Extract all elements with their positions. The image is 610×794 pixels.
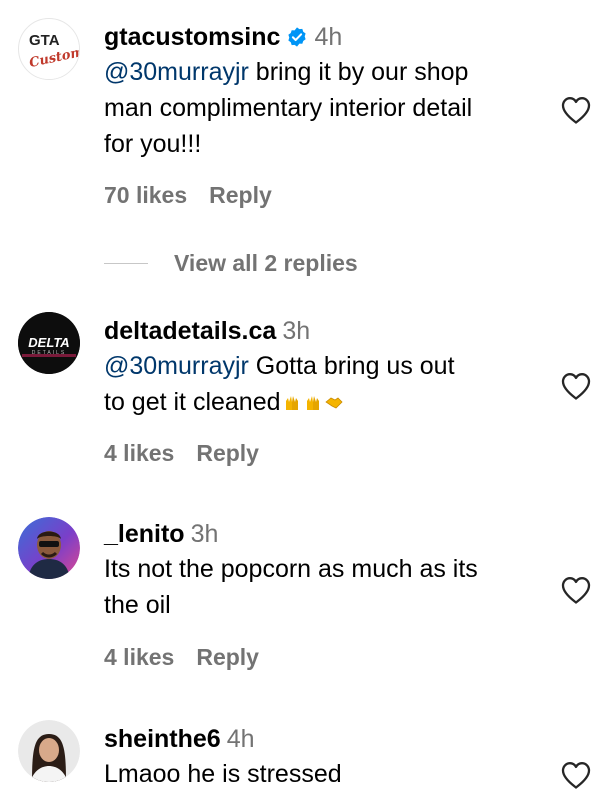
comment-text: Its not the popcorn as much as its the o… <box>104 555 478 619</box>
avatar[interactable]: DELTA DETAILS <box>18 312 80 374</box>
username[interactable]: gtacustomsinc <box>104 23 280 51</box>
reply-button[interactable]: Reply <box>196 440 259 466</box>
view-replies-button[interactable]: View all 2 replies <box>104 248 358 278</box>
username[interactable]: sheinthe6 <box>104 725 221 753</box>
view-replies-label: View all 2 replies <box>174 249 358 276</box>
user-photo <box>18 720 80 782</box>
raising-hands-emoji <box>306 396 319 410</box>
reply-button[interactable]: Reply <box>196 644 259 670</box>
timestamp: 3h <box>282 317 311 345</box>
avatar[interactable] <box>18 517 80 579</box>
comment-text: @30murrayjr bring it by our shop man com… <box>104 58 473 158</box>
heart-outline-icon[interactable] <box>560 95 592 125</box>
handshake-emoji <box>324 397 343 409</box>
avatar[interactable] <box>18 720 80 782</box>
gta-customs-logo: GTA Customs <box>20 20 79 79</box>
raising-hands-emoji <box>285 396 298 410</box>
logo-text: DELTA <box>28 335 69 350</box>
divider-line <box>104 262 148 264</box>
heart-outline-icon[interactable] <box>560 760 592 790</box>
avatar[interactable]: GTA Customs <box>18 18 80 80</box>
like-count[interactable]: 70 likes <box>104 182 187 208</box>
comment-text: Lmaoo he is stressed <box>104 760 342 788</box>
timestamp: 4h <box>226 725 255 753</box>
mention-link[interactable]: @30murrayjr <box>104 352 249 380</box>
reply-button[interactable]: Reply <box>209 182 272 208</box>
username[interactable]: deltadetails.ca <box>104 317 276 345</box>
user-photo <box>18 517 80 579</box>
comment-text: @30murrayjr Gotta bring us out to get it… <box>104 352 455 416</box>
verified-badge-icon <box>288 27 307 47</box>
logo-text: GTA <box>29 32 60 49</box>
username[interactable]: _lenito <box>104 520 185 548</box>
timestamp: 4h <box>314 23 343 51</box>
delta-details-logo: DELTA DETAILS <box>18 312 80 374</box>
logo-subtext: DETAILS <box>32 350 66 356</box>
timestamp: 3h <box>190 520 219 548</box>
heart-outline-icon[interactable] <box>560 371 592 401</box>
like-count[interactable]: 4 likes <box>104 440 174 466</box>
like-count[interactable]: 4 likes <box>104 644 174 670</box>
mention-link[interactable]: @30murrayjr <box>104 58 249 86</box>
heart-outline-icon[interactable] <box>560 575 592 605</box>
